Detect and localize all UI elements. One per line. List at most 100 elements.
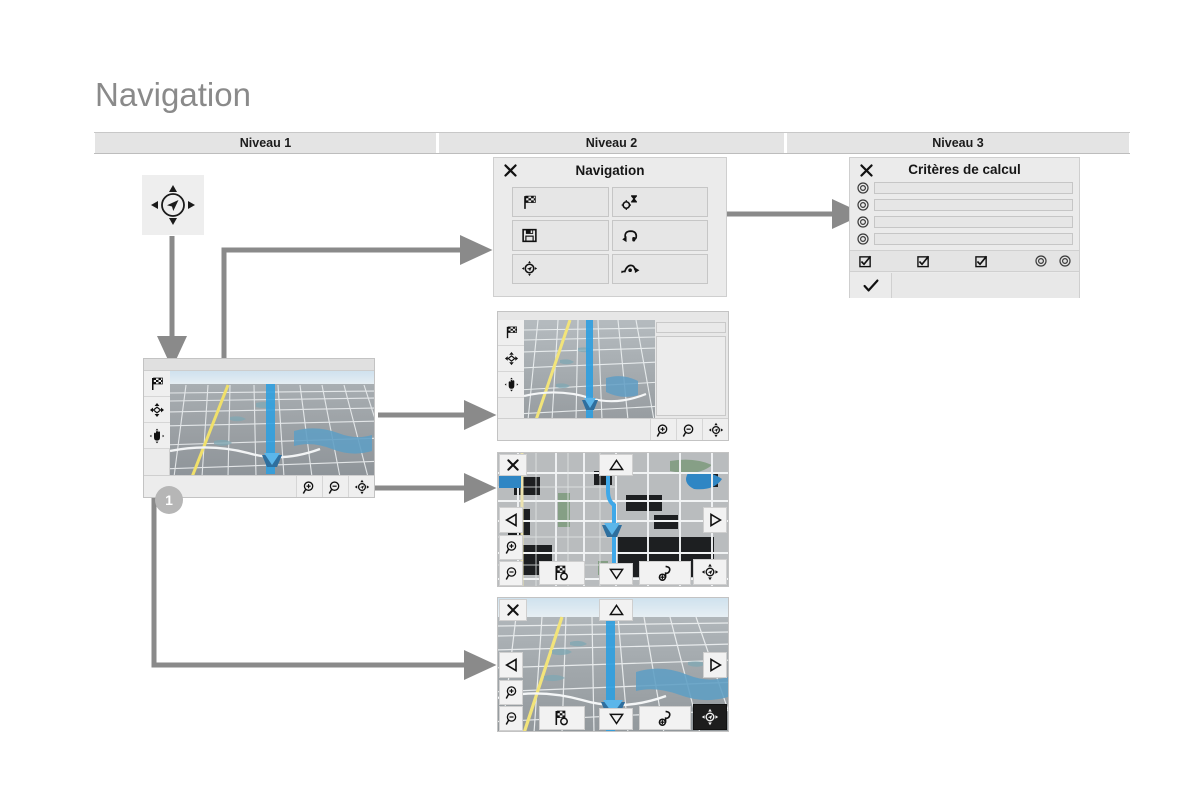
criteria-option-row[interactable] (856, 214, 1073, 229)
map-bottom-toolbar[interactable] (498, 418, 728, 440)
checkered-flag-icon (152, 377, 163, 390)
zoom-in-button[interactable] (499, 535, 523, 560)
poi-button[interactable] (639, 561, 691, 585)
dialog-criteres-de-calcul[interactable]: Critères de calcul (849, 157, 1080, 298)
close-x-icon (507, 459, 519, 471)
poi-button[interactable] (639, 706, 691, 730)
zoom-out-button[interactable] (499, 561, 523, 586)
drag-mode-button[interactable] (498, 372, 524, 398)
close-button[interactable] (499, 454, 527, 476)
map-2d-top-view[interactable] (497, 452, 729, 587)
tile-save-destination[interactable] (512, 220, 609, 251)
tile-detour[interactable] (611, 253, 708, 284)
tile-destination[interactable] (512, 187, 609, 218)
radio-icon[interactable] (856, 198, 870, 212)
scroll-right-button[interactable] (703, 507, 727, 533)
scroll-left-button[interactable] (499, 652, 523, 678)
calculation-criteria-icon (621, 194, 637, 210)
dialog-navigation[interactable]: Navigation (493, 157, 727, 297)
zoom-in-button[interactable] (296, 476, 322, 497)
level-header-niveau-1: Niveau 1 (94, 133, 438, 153)
radio-icon[interactable] (856, 232, 870, 246)
orientation-button[interactable] (348, 476, 374, 497)
map-left-toolbar[interactable] (498, 320, 524, 418)
close-button[interactable] (499, 599, 527, 621)
orientation-button[interactable] (693, 559, 727, 585)
pan-arrows-icon (150, 402, 164, 417)
map-3d-perspective[interactable] (143, 358, 375, 498)
map-top-rail (498, 312, 728, 320)
destination-button[interactable] (539, 561, 585, 585)
zoom-in-icon (505, 686, 516, 699)
destination-button[interactable] (539, 706, 585, 730)
zoom-out-button[interactable] (499, 706, 523, 731)
scroll-left-button[interactable] (499, 507, 523, 533)
map-3d-bird-view[interactable] (497, 597, 729, 732)
map-canvas[interactable] (170, 371, 374, 475)
route-info-panel[interactable] (656, 322, 726, 416)
criteria-value-field[interactable] (874, 181, 1073, 194)
orientation-button[interactable] (693, 704, 727, 730)
criteria-toggle-2[interactable] (916, 254, 930, 268)
dialog-footer (850, 273, 1079, 298)
close-button[interactable] (860, 164, 873, 177)
down-triangle-icon (608, 713, 624, 725)
zoom-in-button[interactable] (499, 680, 523, 705)
navigation-pad-tile[interactable] (142, 175, 204, 235)
criteria-value-field[interactable] (874, 215, 1073, 228)
left-triangle-icon (504, 658, 517, 672)
map-canvas[interactable] (524, 320, 655, 418)
dialog-tile-grid (512, 187, 708, 284)
compass-orientation-icon (701, 708, 719, 726)
dialog-header: Critères de calcul (850, 158, 1079, 180)
radio-icon[interactable] (856, 215, 870, 229)
destination-button[interactable] (144, 371, 170, 397)
callout-number-1: 1 (155, 486, 183, 514)
criteria-toolbar (850, 250, 1079, 272)
scroll-up-button[interactable] (599, 599, 633, 621)
criteria-option-row[interactable] (856, 231, 1073, 246)
hand-drag-icon (504, 377, 518, 392)
hand-drag-icon (149, 428, 165, 443)
left-triangle-icon (504, 513, 517, 527)
zoom-out-button[interactable] (676, 419, 702, 440)
scroll-right-button[interactable] (703, 652, 727, 678)
destination-button[interactable] (498, 320, 524, 346)
zoom-in-icon (302, 480, 314, 494)
criteria-value-field[interactable] (874, 232, 1073, 245)
tile-guidance[interactable] (512, 253, 609, 284)
checkered-flag-icon (506, 326, 517, 339)
level-header-niveau-3: Niveau 3 (786, 133, 1130, 153)
zoom-out-icon (328, 480, 340, 494)
radio-icon[interactable] (856, 181, 870, 195)
scroll-up-button[interactable] (599, 454, 633, 476)
tile-criteres-de-calcul[interactable] (611, 187, 708, 218)
zoom-in-button[interactable] (650, 419, 676, 440)
criteria-radio-b[interactable] (1058, 254, 1072, 268)
criteria-radio-a[interactable] (1034, 254, 1048, 268)
checkbox-checked-icon (858, 255, 871, 267)
panel-field-top[interactable] (656, 322, 726, 333)
criteria-value-field[interactable] (874, 198, 1073, 211)
orientation-button[interactable] (702, 419, 728, 440)
panel-body[interactable] (656, 336, 726, 416)
up-triangle-icon (608, 604, 624, 616)
map-left-toolbar[interactable] (144, 371, 170, 475)
arrow-callout1-to-map-3d (151, 496, 497, 680)
criteria-option-row[interactable] (856, 197, 1073, 212)
pan-mode-button[interactable] (144, 397, 170, 423)
zoom-out-button[interactable] (322, 476, 348, 497)
criteria-toggle-3[interactable] (974, 254, 988, 268)
confirm-button[interactable] (850, 273, 892, 298)
criteria-toggle-1[interactable] (858, 254, 872, 268)
pan-mode-button[interactable] (498, 346, 524, 372)
close-button[interactable] (504, 164, 517, 177)
save-floppy-icon (522, 228, 537, 243)
scroll-down-button[interactable] (599, 563, 633, 585)
criteria-option-row[interactable] (856, 180, 1073, 195)
drag-mode-button[interactable] (144, 423, 170, 449)
tile-traffic-info[interactable] (611, 220, 708, 251)
map-with-side-panel[interactable] (497, 311, 729, 441)
scroll-down-button[interactable] (599, 708, 633, 730)
zoom-out-icon (505, 712, 516, 725)
